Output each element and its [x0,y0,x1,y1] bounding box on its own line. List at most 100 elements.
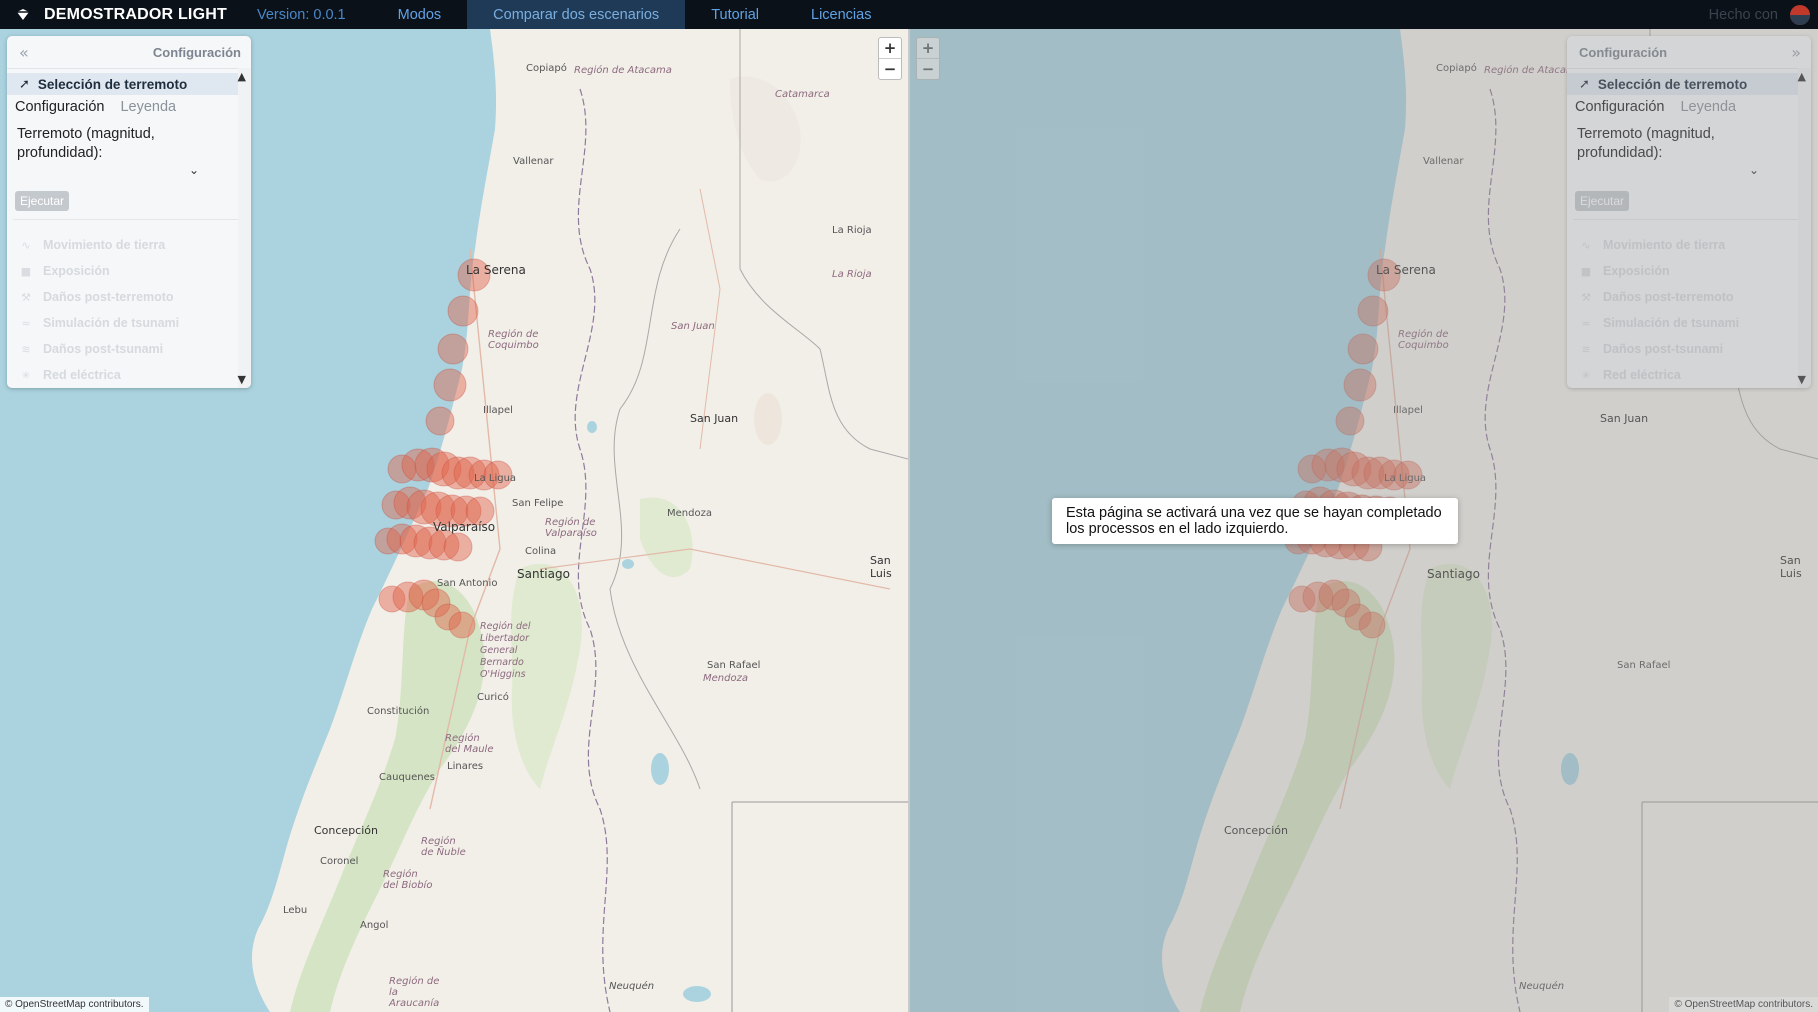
step-label: Movimiento de tierra [1603,238,1726,252]
earthquake-marker[interactable] [448,611,476,639]
step-label: Simulación de tsunami [1603,316,1740,330]
panel-scrollbar[interactable] [1798,68,1811,388]
earthquake-marker[interactable] [1347,333,1379,365]
scroll-down-icon[interactable]: ▼ [1798,373,1806,386]
place-label: Neuquén [1519,981,1565,992]
step-post-tsunami-damage[interactable]: ≋ Daños post-tsunami [1579,336,1811,362]
place-label: Región de la Araucanía [389,976,440,1009]
earthquake-marker[interactable] [425,406,455,436]
tab-leyenda[interactable]: Leyenda [120,99,176,115]
nav-modos[interactable]: Modos [372,0,468,29]
scroll-down-icon[interactable]: ▼ [238,373,246,386]
place-label: Illapel [483,405,513,416]
earthquake-select[interactable]: ⌄ [1577,163,1801,181]
place-label: La Ligua [474,473,517,484]
step-tsunami-simulation[interactable]: ≈ Simulación de tsunami [1579,310,1811,336]
tab-leyenda[interactable]: Leyenda [1680,99,1736,115]
place-label: Curicó [477,692,509,703]
place-label: San Antonio [437,578,498,589]
scroll-up-icon[interactable]: ▲ [238,70,246,83]
collapse-double-chevron-left-icon[interactable]: « [19,43,29,62]
app-version: Version: 0.0.1 [256,6,346,23]
place-label: San Juan [1600,412,1649,425]
place-label: Concepción [1224,824,1288,837]
panel-title: Configuración [152,44,241,60]
place-label: San Juan [671,321,715,332]
hammer-icon: ⚒ [1581,290,1591,304]
place-label: La Ligua [1384,473,1427,484]
step-post-tsunami-damage[interactable]: ≋ Daños post-tsunami [19,336,251,362]
earthquake-marker[interactable] [433,368,467,402]
earthquake-marker[interactable] [443,532,473,562]
place-label: San Luis [1780,554,1802,580]
place-label: Región de Coquimbo [488,329,539,351]
place-label: Mendoza [703,673,748,684]
run-button[interactable]: Ejecutar [1575,191,1630,211]
hammer-icon: ⚒ [21,290,31,304]
place-label: La Rioja [832,225,872,236]
place-label: Linares [447,761,484,772]
zoom-in-button[interactable]: + [879,38,901,58]
place-label: Lebu [283,905,308,916]
zoom-in-button[interactable]: + [917,38,939,58]
collapse-double-chevron-right-icon[interactable]: » [1791,43,1801,62]
place-label: Cauquenes [379,772,435,783]
place-label: La Rioja [832,269,872,280]
nav-tutorial[interactable]: Tutorial [685,0,785,29]
earthquake-select[interactable]: ⌄ [17,163,241,181]
step-post-earthquake-damage[interactable]: ⚒ Daños post-terremoto [19,284,251,310]
step-exposure[interactable]: ■ Exposición [1579,258,1811,284]
tsunami-icon: ≈ [1581,316,1591,330]
step-power-grid[interactable]: ✳ Red eléctrica [19,362,251,388]
section-earthquake-selection[interactable]: ➚ Selección de terremoto [1567,73,1811,95]
workflow-steps: ∿ Movimiento de tierra ■ Exposición ⚒ Daños… [7,220,251,388]
earthquake-marker[interactable] [1335,406,1365,436]
step-power-grid[interactable]: ✳ Red eléctrica [1579,362,1811,388]
section-earthquake-selection[interactable]: ➚ Selección de terremoto [7,73,251,95]
tsunami-damage-icon: ≋ [1581,342,1591,356]
step-post-earthquake-damage[interactable]: ⚒ Daños post-terremoto [1579,284,1811,310]
place-label: Santiago [517,567,570,581]
nav-comparar-escenarios[interactable]: Comparar dos escenarios [467,0,686,29]
section-label: Selección de terremoto [1597,76,1748,92]
scroll-up-icon[interactable]: ▲ [1798,70,1806,83]
place-label: Angol [360,920,389,931]
step-tsunami-simulation[interactable]: ≈ Simulación de tsunami [19,310,251,336]
wave-icon: ∿ [21,238,31,252]
earthquake-marker[interactable] [1357,295,1389,327]
place-label: Vallenar [1423,156,1464,167]
nav-licencias[interactable]: Licencias [785,0,897,29]
made-with-logo-icon[interactable] [1790,5,1810,25]
map-attribution[interactable]: © OpenStreetMap contributors. [0,997,149,1012]
zoom-out-button[interactable]: − [917,58,939,79]
top-navigation-bar: DEMOSTRADOR LIGHT Version: 0.0.1 Modos C… [0,0,1818,29]
run-button[interactable]: Ejecutar [15,191,70,211]
earthquake-marker[interactable] [1343,368,1377,402]
tsunami-damage-icon: ≋ [21,342,31,356]
step-exposure[interactable]: ■ Exposición [19,258,251,284]
zoom-control-left: + − [878,37,902,80]
place-label: Copiapó [526,63,567,74]
building-icon: ■ [20,264,32,278]
tab-configuracion[interactable]: Configuración [1575,99,1664,115]
workflow-steps: ∿ Movimiento de tierra ■ Exposición ⚒ Daños… [1567,220,1811,388]
wave-icon: ∿ [1581,238,1591,252]
panel-scrollbar[interactable] [238,68,251,388]
tab-configuracion[interactable]: Configuración [15,99,104,115]
earthquake-marker[interactable] [447,295,479,327]
step-label: Daños post-terremoto [43,290,174,304]
pin-icon: ➚ [19,76,30,92]
map-attribution[interactable]: © OpenStreetMap contributors. [1669,997,1818,1012]
earthquake-marker[interactable] [437,333,469,365]
place-label: Región de Coquimbo [1398,329,1449,351]
earthquake-marker[interactable] [1358,611,1386,639]
step-ground-motion[interactable]: ∿ Movimiento de tierra [1579,232,1811,258]
made-with-label: Hecho con [1708,6,1778,23]
place-label: San Luis [870,554,892,580]
step-ground-motion[interactable]: ∿ Movimiento de tierra [19,232,251,258]
place-label: Valparaíso [433,520,496,534]
step-label: Simulación de tsunami [43,316,180,330]
panel-header: « Configuración [7,36,251,69]
zoom-out-button[interactable]: − [879,58,901,79]
building-icon: ■ [1580,264,1592,278]
